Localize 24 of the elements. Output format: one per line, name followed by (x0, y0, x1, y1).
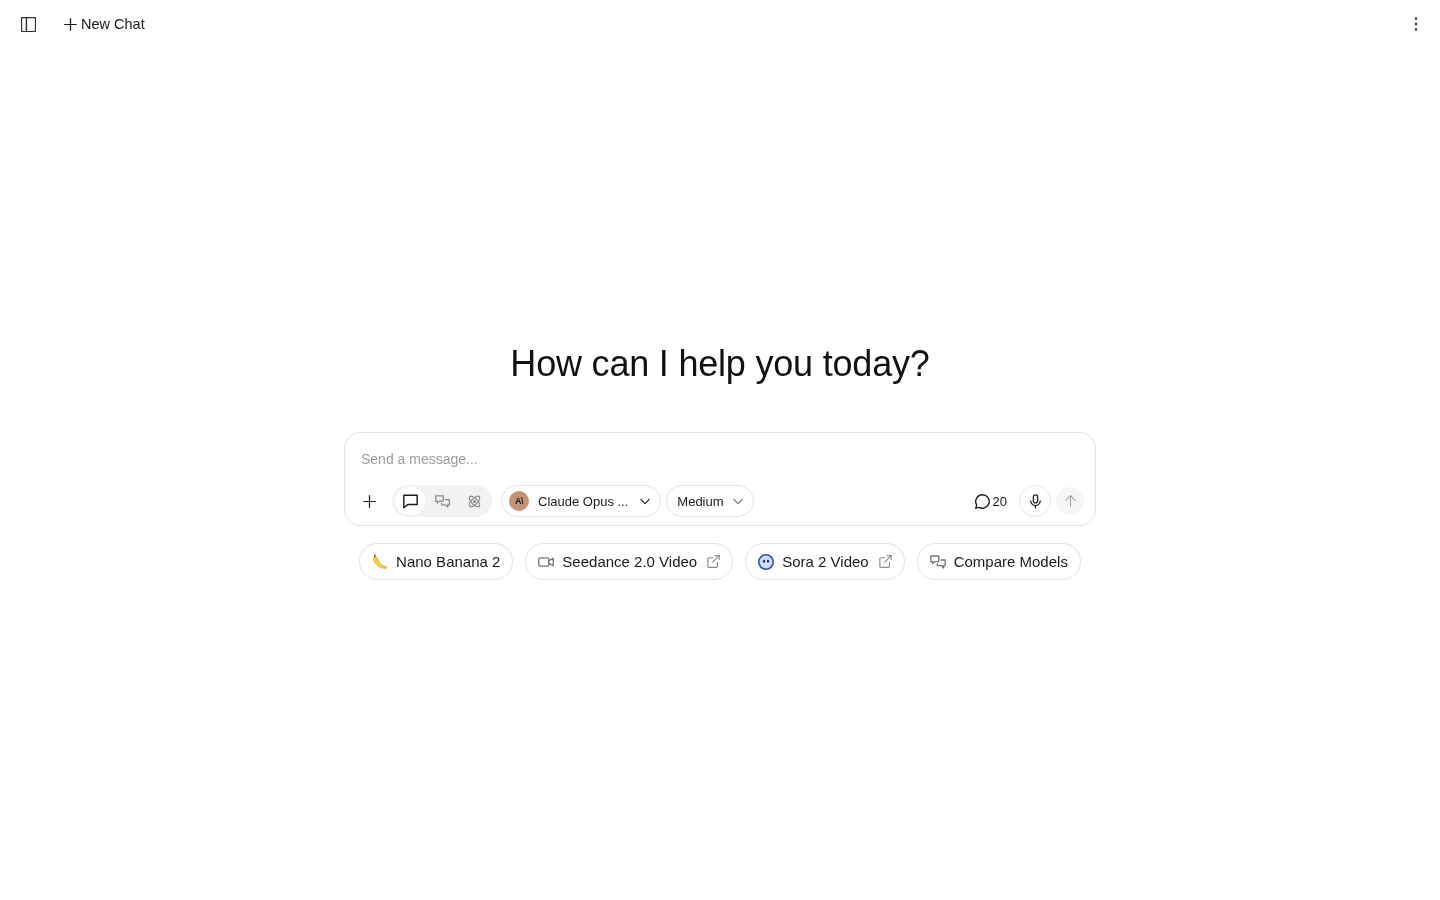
external-link-icon (878, 555, 892, 568)
arrow-up-icon (1064, 495, 1076, 507)
smiling-orb-icon (758, 553, 775, 570)
chevron-down-icon (732, 497, 743, 505)
external-link-icon (707, 555, 721, 568)
model-name: Claude Opus ... (538, 493, 629, 509)
page-heading: How can I help you today? (510, 342, 930, 386)
plus-icon (64, 17, 77, 31)
message-input[interactable]: Send a message... (357, 449, 1084, 469)
speech-bubble-icon (974, 493, 990, 509)
microphone-icon (1029, 493, 1041, 509)
chat-mode-tab[interactable] (395, 487, 425, 515)
atom-icon (466, 493, 482, 509)
plus-icon (362, 494, 376, 508)
sidebar-icon (20, 16, 36, 32)
model-avatar: A\ (509, 491, 529, 511)
chat-bubbles-icon (929, 553, 946, 570)
chat-bubble-icon (402, 493, 418, 509)
new-chat-button[interactable]: New Chat (60, 10, 149, 38)
more-icon (1414, 17, 1418, 31)
chevron-down-icon (640, 497, 651, 505)
message-count-button[interactable]: 20 (970, 487, 1011, 515)
banana-icon (372, 553, 389, 570)
chat-bubbles-icon (434, 493, 450, 509)
